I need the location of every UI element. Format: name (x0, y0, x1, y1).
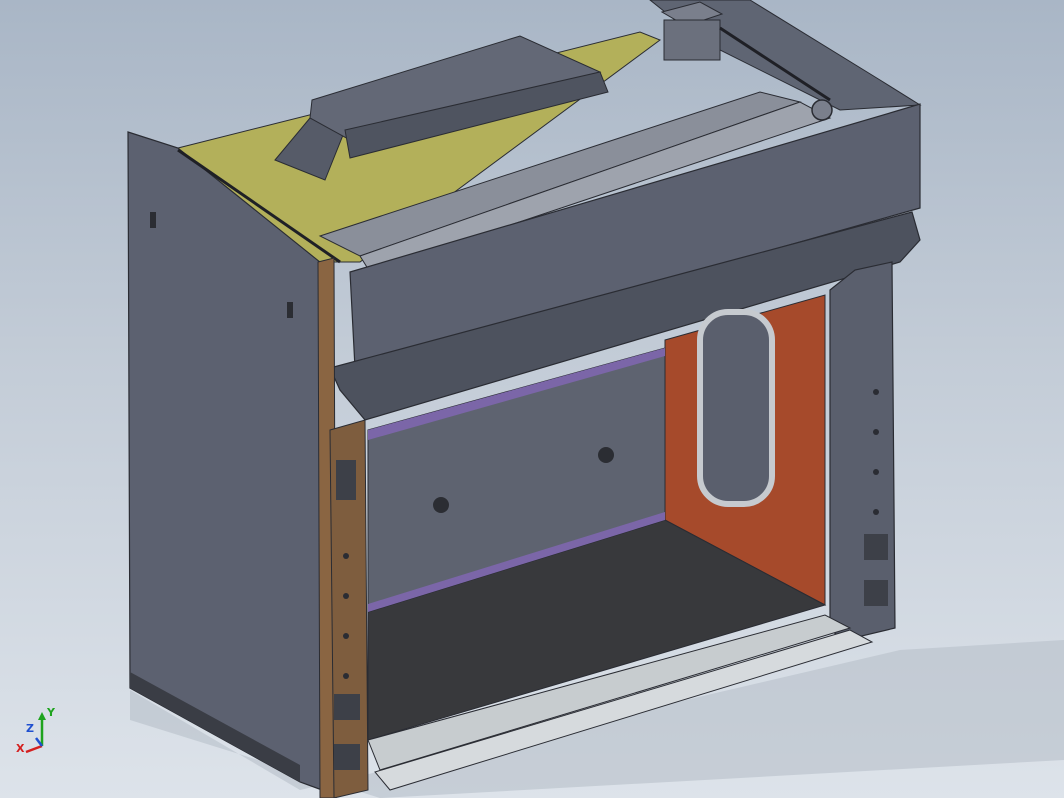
baffle-knob-right (598, 447, 614, 463)
right-outlet-1 (864, 534, 888, 560)
y-axis-label: Y (46, 706, 56, 719)
x-axis-line (25, 744, 43, 754)
left-outlet-2 (334, 744, 360, 770)
left-panel-latch-2 (287, 302, 293, 318)
coordinate-triad: Y X Z (16, 706, 56, 755)
left-outlet-1 (334, 694, 360, 720)
baffle-knob-left (433, 497, 449, 513)
right-outlet-2 (864, 580, 888, 606)
motor-column (663, 19, 721, 61)
left-post-switch (336, 460, 356, 500)
interior-window (697, 309, 775, 507)
pulley-right (811, 99, 833, 121)
x-axis-label: X (16, 742, 25, 755)
y-axis-arrow (38, 712, 46, 720)
z-axis-label: Z (26, 722, 34, 735)
fume-hood-model[interactable] (0, 0, 1064, 798)
left-panel-latch (150, 212, 156, 228)
cad-viewport[interactable]: Y X Z (0, 0, 1064, 798)
